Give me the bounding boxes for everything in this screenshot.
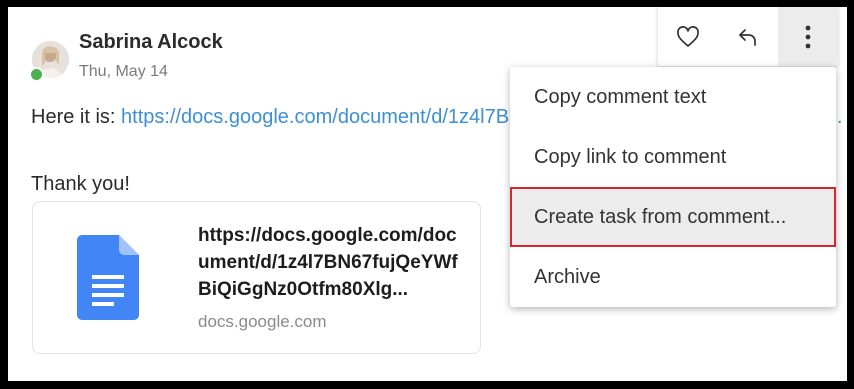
comment-author[interactable]: Sabrina Alcock [79, 31, 223, 54]
reply-icon [739, 28, 756, 46]
comment-body-thanks: Thank you! [31, 173, 130, 195]
reply-button[interactable] [718, 7, 778, 66]
menu-item-archive[interactable]: Archive [510, 247, 836, 307]
menu-item-copy-link-to-comment[interactable]: Copy link to comment [510, 127, 836, 187]
like-button[interactable] [658, 7, 718, 66]
comment-date: Thu, May 14 [79, 63, 168, 80]
google-docs-icon [77, 235, 139, 320]
comment-card: Sabrina Alcock Thu, May 14 Here it is: h… [8, 7, 847, 381]
link-preview-card[interactable]: https://docs.google.com/document/d/1z4l7… [32, 201, 481, 354]
preview-title[interactable]: https://docs.google.com/document/d/1z4l7… [198, 222, 468, 303]
comment-actions-toolbar [658, 7, 838, 66]
comment-options-menu: Copy comment text Copy link to comment C… [510, 67, 836, 307]
preview-domain: docs.google.com [198, 312, 327, 331]
online-status-indicator [29, 67, 44, 82]
menu-item-create-task-from-comment[interactable]: Create task from comment... [510, 187, 836, 247]
more-vertical-icon [805, 25, 811, 48]
more-options-button[interactable] [778, 7, 838, 66]
heart-icon [677, 25, 699, 47]
menu-item-copy-comment-text[interactable]: Copy comment text [510, 67, 836, 127]
comment-body-prefix: Here it is: [31, 106, 122, 128]
